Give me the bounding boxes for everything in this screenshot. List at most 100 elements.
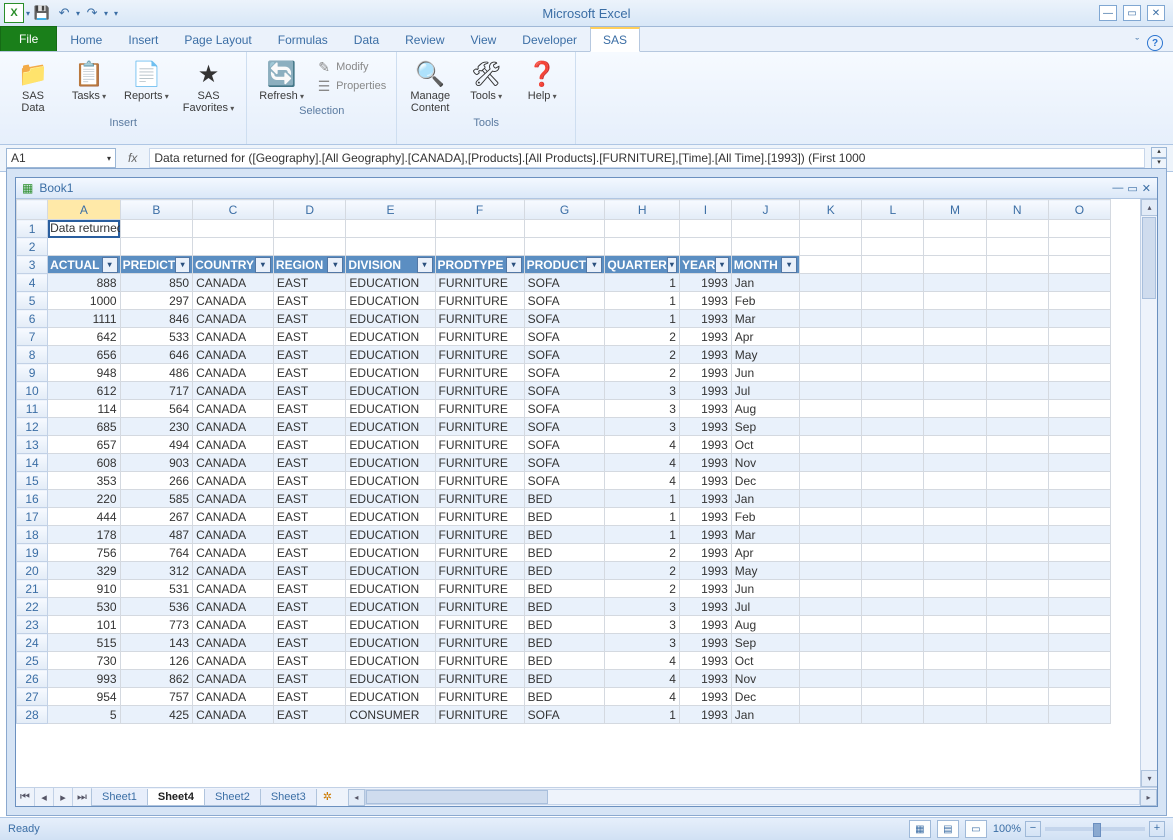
cell[interactable] [924,382,986,400]
cell[interactable]: 910 [48,580,121,598]
cell[interactable] [193,220,274,238]
vscroll-thumb[interactable] [1142,217,1156,299]
row-header[interactable]: 8 [17,346,48,364]
cell[interactable]: SOFA [524,382,605,400]
cell[interactable]: 1993 [679,328,731,346]
sheet-tab-sheet1[interactable]: Sheet1 [91,789,148,806]
ribbon-sas-data-button[interactable]: 📁SASData [6,56,60,116]
cell[interactable]: 1993 [679,706,731,724]
cell[interactable]: EAST [273,526,346,544]
cell[interactable] [1048,544,1110,562]
cell[interactable]: 642 [48,328,121,346]
cell[interactable]: EDUCATION [346,670,435,688]
vertical-scrollbar[interactable]: ▴ ▾ [1140,199,1157,787]
cell[interactable] [800,436,862,454]
cell[interactable]: 1993 [679,472,731,490]
cell[interactable]: EDUCATION [346,616,435,634]
cell[interactable] [924,256,986,274]
cell[interactable]: FURNITURE [435,544,524,562]
cell[interactable]: CANADA [193,382,274,400]
view-normal-button[interactable]: ▦ [909,820,931,838]
cell[interactable]: 2 [605,580,680,598]
cell[interactable] [800,598,862,616]
cell[interactable]: 3 [605,400,680,418]
cell[interactable]: EDUCATION [346,418,435,436]
cell[interactable] [924,580,986,598]
cell[interactable]: Dec [731,688,799,706]
select-all-corner[interactable] [17,200,48,220]
cell[interactable]: 948 [48,364,121,382]
cell[interactable]: EAST [273,652,346,670]
cell[interactable] [800,274,862,292]
cell[interactable]: FURNITURE [435,400,524,418]
qat-more-icon[interactable]: ▾ [110,9,118,18]
filter-dropdown-icon[interactable]: ▾ [586,257,602,273]
sheet-tab-sheet3[interactable]: Sheet3 [260,789,317,806]
cell[interactable]: EAST [273,364,346,382]
cell[interactable]: EDUCATION [346,328,435,346]
cell[interactable]: EAST [273,580,346,598]
cell[interactable]: BED [524,670,605,688]
cell[interactable] [924,274,986,292]
cell[interactable] [862,292,924,310]
cell[interactable]: 1993 [679,400,731,418]
cell[interactable]: 1993 [679,454,731,472]
cell[interactable] [800,652,862,670]
cell[interactable]: Nov [731,454,799,472]
cell[interactable]: BED [524,562,605,580]
cell[interactable]: BED [524,490,605,508]
cell[interactable]: 143 [120,634,193,652]
maximize-button[interactable]: ▭ [1123,5,1141,21]
cell[interactable]: FURNITURE [435,382,524,400]
cell[interactable] [924,400,986,418]
cell[interactable]: CANADA [193,490,274,508]
cell[interactable]: EDUCATION [346,274,435,292]
cell[interactable]: CANADA [193,616,274,634]
cell[interactable]: 444 [48,508,121,526]
cell[interactable] [524,220,605,238]
cell[interactable]: EDUCATION [346,652,435,670]
cell[interactable] [524,238,605,256]
cell[interactable]: 1993 [679,670,731,688]
cell[interactable]: 1000 [48,292,121,310]
cell[interactable] [800,490,862,508]
row-header[interactable]: 24 [17,634,48,652]
view-pagebreak-button[interactable]: ▭ [965,820,987,838]
cell[interactable]: CANADA [193,508,274,526]
cell[interactable] [800,328,862,346]
cell[interactable] [800,706,862,724]
cell[interactable]: Oct [731,652,799,670]
cell[interactable]: 536 [120,598,193,616]
cell[interactable]: FURNITURE [435,652,524,670]
cell[interactable] [120,220,193,238]
cell[interactable]: 2 [605,328,680,346]
cell[interactable] [986,418,1048,436]
cell[interactable]: 101 [48,616,121,634]
grid[interactable]: ABCDEFGHIJKLMNO1Data returned for ([Geog… [16,199,1140,787]
cell[interactable] [924,652,986,670]
cell[interactable] [862,634,924,652]
cell[interactable]: 646 [120,346,193,364]
cell[interactable] [1048,346,1110,364]
minimize-button[interactable]: — [1099,5,1117,21]
table-header-cell[interactable]: DIVISION▾ [346,256,435,274]
cell[interactable] [924,220,986,238]
cell[interactable] [800,688,862,706]
sheet-tab-sheet4[interactable]: Sheet4 [147,789,205,806]
cell[interactable]: FURNITURE [435,364,524,382]
zoom-control[interactable]: 100% − + [993,821,1165,837]
filter-dropdown-icon[interactable]: ▾ [667,257,677,273]
cell[interactable]: 329 [48,562,121,580]
row-header[interactable]: 10 [17,382,48,400]
cell[interactable]: EAST [273,508,346,526]
cell[interactable]: BED [524,616,605,634]
tab-review[interactable]: Review [392,28,457,51]
zoom-handle[interactable] [1093,823,1101,837]
cell[interactable]: FURNITURE [435,706,524,724]
formula-expand-up-icon[interactable]: ▴ [1151,147,1167,158]
cell[interactable]: 2 [605,346,680,364]
cell[interactable]: Mar [731,526,799,544]
cell[interactable] [1048,292,1110,310]
help-icon[interactable]: ? [1147,35,1163,51]
cell[interactable] [862,382,924,400]
